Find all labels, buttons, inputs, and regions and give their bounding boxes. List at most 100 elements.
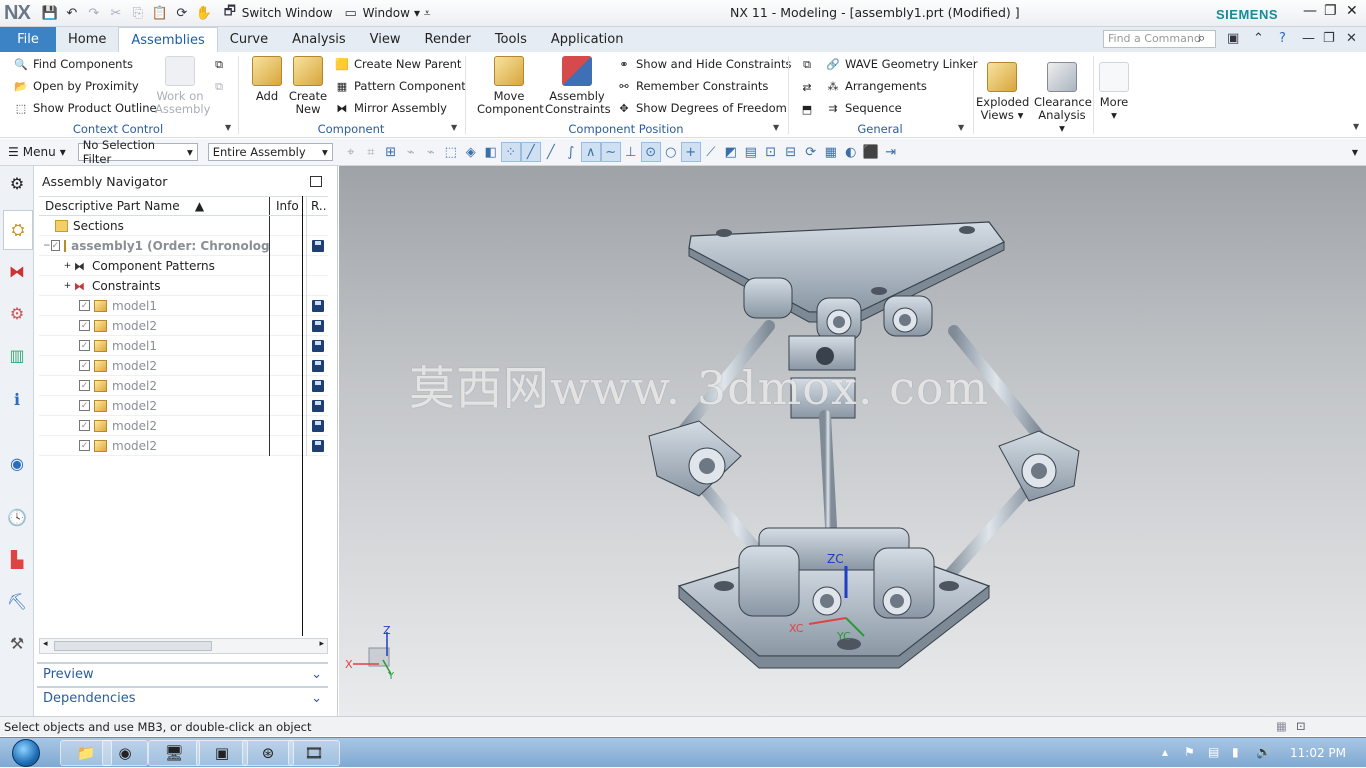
work-on-assembly-button[interactable]: Work on Assembly (155, 56, 210, 116)
snap-face-icon[interactable]: ◩ (721, 142, 741, 162)
wave-geometry-linker-button[interactable]: 🔗 WAVE Geometry Linker (826, 57, 977, 71)
clearance-analysis-button[interactable]: Clearance Analysis ▾ (1034, 62, 1092, 135)
general-dropdown-icon[interactable]: ▼ (958, 123, 964, 132)
tree-row-sections[interactable]: Sections (39, 215, 328, 236)
taskbar-app-2[interactable]: ▣ (196, 740, 248, 766)
show-hide-constraints-button[interactable]: ⚭ Show and Hide Constraints (617, 57, 791, 71)
checkbox[interactable]: ✓ (79, 440, 90, 451)
snap-point-icon[interactable]: ⟋ (701, 142, 721, 162)
create-new-button[interactable]: Create New (288, 56, 328, 116)
exploded-views-button[interactable]: Exploded Views ▾ (976, 62, 1029, 122)
context-extra-icon-1[interactable]: ⧉ (212, 58, 226, 72)
switch-window-button[interactable]: 🗗 Switch Window (222, 4, 333, 21)
select-icon-4[interactable]: ⌁ (401, 142, 421, 162)
preview-panel-header[interactable]: Preview ⌄ (37, 662, 328, 684)
constraint-navigator-icon[interactable]: ⧓ (6, 260, 28, 282)
menu-button[interactable]: ☰ Menu ▾ (8, 145, 66, 159)
add-component-button[interactable]: Add (250, 56, 284, 103)
doc-close-icon[interactable]: ✕ (1346, 31, 1357, 46)
snap-icon-1[interactable]: ⁘ (500, 142, 521, 162)
tree-row-model[interactable]: ✓ model2 (39, 355, 328, 376)
context-extra-icon-2[interactable]: ⧉ (212, 80, 226, 94)
open-by-proximity-button[interactable]: 📂 Open by Proximity (14, 79, 139, 93)
snap-spline-icon[interactable]: ∧ (580, 142, 601, 162)
general-icon-2[interactable]: ⇄ (800, 80, 814, 94)
scroll-right-icon[interactable]: ▸ (319, 639, 324, 649)
redo-icon[interactable]: ↷ (86, 5, 102, 21)
cut-icon[interactable]: ✂ (108, 5, 124, 21)
tab-file[interactable]: File (0, 27, 56, 52)
select-icon-6[interactable]: ◈ (461, 142, 481, 162)
tab-view[interactable]: View (358, 27, 413, 52)
minimize-icon[interactable]: — (1303, 3, 1317, 19)
tray-network-icon[interactable]: ▮ (1232, 745, 1239, 759)
snap-line-icon[interactable]: ╱ (520, 142, 541, 162)
web-browser-icon[interactable]: ℹ (6, 388, 28, 410)
system-scenes-icon[interactable]: ⚒ (6, 632, 28, 654)
collapse-icon[interactable]: − (43, 239, 51, 252)
expand-icon[interactable]: + (61, 279, 74, 292)
tray-arrow-icon[interactable]: ▴ (1162, 745, 1168, 759)
checkbox[interactable]: ✓ (79, 400, 90, 411)
snap-circle-icon[interactable]: ○ (661, 142, 681, 162)
select-icon-1[interactable]: ⌖ (341, 142, 361, 162)
general-icon-1[interactable]: ⧉ (800, 58, 814, 72)
process-studio-icon[interactable]: ▙ (6, 548, 28, 570)
tab-render[interactable]: Render (413, 27, 483, 52)
select-icon-7[interactable]: ◧ (481, 142, 501, 162)
search-icon[interactable]: ⌕ (1198, 31, 1205, 46)
status-icon-2[interactable]: ⊡ (1296, 719, 1306, 733)
select-icon-2[interactable]: ⌗ (361, 142, 381, 162)
help-icon[interactable]: ? (1279, 31, 1286, 46)
ribbon-overflow-icon[interactable]: ▼ (1353, 122, 1359, 131)
view-cube-icon[interactable]: ⬛ (861, 142, 881, 162)
render-style-icon[interactable]: ◐ (841, 142, 861, 162)
snap-cross-icon[interactable]: + (680, 142, 701, 162)
ribbon-options-icon[interactable]: ▣ (1227, 31, 1239, 46)
more-button[interactable]: More ▾ (1096, 62, 1132, 122)
tab-home[interactable]: Home (56, 27, 118, 52)
select-icon-5[interactable]: ⌁ (421, 142, 441, 162)
snap-grid-icon[interactable]: ▤ (741, 142, 761, 162)
dependencies-panel-header[interactable]: Dependencies ⌄ (37, 686, 328, 708)
move-component-button[interactable]: Move Component (477, 56, 544, 116)
window-menu-button[interactable]: ▭ Window ▾ ⩡ (343, 5, 430, 21)
tab-curve[interactable]: Curve (218, 27, 280, 52)
selection-filter-select[interactable]: No Selection Filter ▾ (77, 138, 198, 166)
assembly-constraints-button[interactable]: Assembly Constraints (545, 56, 611, 116)
checkbox[interactable]: ✓ (79, 360, 90, 371)
tree-row-model[interactable]: ✓ model2 (39, 435, 328, 456)
view-icon-1[interactable]: ⊡ (761, 142, 781, 162)
settings-icon[interactable]: ⚙ (6, 172, 28, 194)
assembly-navigator-icon[interactable]: ⛭ (3, 210, 33, 250)
tray-device-icon[interactable]: ▤ (1208, 745, 1219, 759)
snap-wave-icon[interactable]: ∼ (600, 142, 621, 162)
checkbox[interactable]: ✓ (79, 320, 90, 331)
scrollbar-thumb[interactable] (54, 641, 212, 651)
tree-row-model[interactable]: ✓ model1 (39, 335, 328, 356)
reuse-library-icon[interactable]: ▥ (6, 344, 28, 366)
create-new-parent-button[interactable]: 🟨 Create New Parent (335, 57, 461, 71)
tab-application[interactable]: Application (539, 27, 636, 52)
horizontal-scrollbar[interactable]: ◂ ▸ (39, 638, 328, 654)
sequence-button[interactable]: ⇉ Sequence (826, 101, 901, 115)
graphics-window[interactable]: ZC XC YC Z X Y 莫西网www. 3dmox. com (339, 166, 1366, 716)
tree-row-assembly[interactable]: − ✓ assembly1 (Order: Chronologi... (39, 235, 328, 256)
checkbox[interactable]: ✓ (79, 420, 90, 431)
tree-row-model[interactable]: ✓ model1 (39, 295, 328, 316)
checkbox[interactable]: ✓ (50, 240, 61, 251)
doc-minimize-icon[interactable]: — (1302, 31, 1315, 46)
arrangements-button[interactable]: ⁂ Arrangements (826, 79, 927, 93)
part-navigator-icon[interactable]: ⚙ (6, 302, 28, 324)
taskbar-chrome[interactable]: ◉ (102, 740, 148, 766)
collapse-ribbon-icon[interactable]: ⌃ (1253, 31, 1264, 46)
touch-mode-icon[interactable]: ✋ (196, 5, 212, 21)
mirror-assembly-button[interactable]: ⧓ Mirror Assembly (335, 101, 447, 115)
repeat-command-icon[interactable]: ⟳ (174, 5, 190, 21)
snap-line-icon-2[interactable]: ╱ (541, 142, 561, 162)
tab-assemblies[interactable]: Assemblies (118, 27, 218, 52)
view-icon-2[interactable]: ⊟ (781, 142, 801, 162)
save-icon[interactable]: 💾 (42, 5, 58, 21)
paste-icon[interactable]: 📋 (152, 5, 168, 21)
view-icon-3[interactable]: ▦ (821, 142, 841, 162)
